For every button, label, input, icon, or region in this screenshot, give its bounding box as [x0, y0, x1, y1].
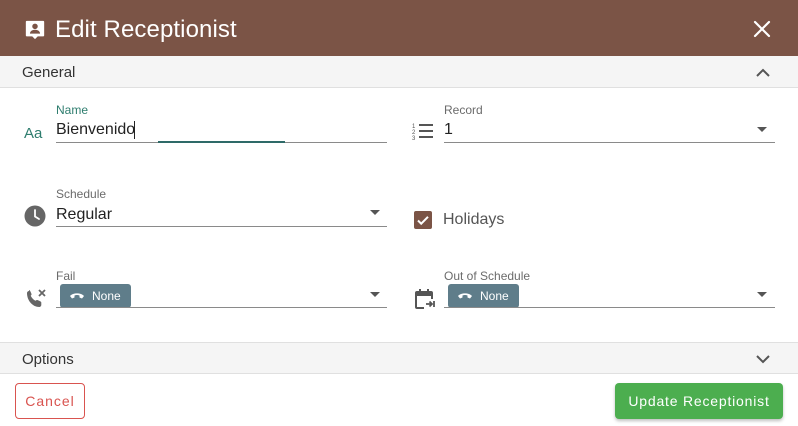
name-input[interactable]: Bienvenido	[56, 121, 135, 139]
name-label: Name	[56, 103, 89, 117]
record-label: Record	[444, 103, 483, 117]
fail-chip[interactable]: None	[60, 284, 131, 308]
chevron-down-icon[interactable]	[755, 353, 771, 365]
text-format-icon: Aa	[24, 125, 43, 142]
close-icon[interactable]	[752, 19, 772, 39]
svg-text:3: 3	[412, 136, 416, 142]
schedule-select[interactable]: Regular	[56, 206, 112, 224]
fail-chip-label: None	[92, 289, 121, 303]
text-caret	[134, 121, 135, 139]
fail-underline	[56, 307, 387, 308]
clock-icon	[24, 205, 46, 227]
update-receptionist-button[interactable]: Update Receptionist	[615, 383, 783, 419]
out-of-schedule-chip[interactable]: None	[448, 284, 519, 308]
phone-missed-icon	[27, 289, 46, 307]
calendar-arrow-icon	[415, 289, 435, 309]
svg-text:Aa: Aa	[24, 125, 43, 142]
check-icon	[417, 216, 429, 226]
section-options[interactable]: Options	[0, 342, 798, 374]
section-general[interactable]: General	[0, 56, 798, 88]
section-general-label: General	[22, 64, 76, 81]
record-select[interactable]: 1	[444, 121, 453, 139]
chevron-up-icon[interactable]	[755, 66, 771, 78]
hangup-icon	[70, 293, 84, 299]
chevron-down-icon[interactable]	[370, 292, 380, 297]
out-of-schedule-chip-label: None	[480, 289, 509, 303]
numbered-list-icon: 1 2 3	[412, 124, 433, 142]
out-of-schedule-underline	[444, 307, 775, 308]
hangup-icon	[458, 293, 472, 299]
schedule-label: Schedule	[56, 187, 107, 201]
holidays-checkbox[interactable]	[414, 211, 432, 229]
cancel-button[interactable]: Cancel	[15, 383, 85, 419]
section-options-label: Options	[22, 351, 74, 368]
fail-label: Fail	[56, 269, 76, 283]
dialog-header: Edit Receptionist	[0, 0, 798, 56]
name-focus-underline	[158, 141, 285, 143]
record-underline	[444, 142, 775, 143]
chevron-down-icon[interactable]	[757, 127, 767, 132]
chevron-down-icon[interactable]	[370, 210, 380, 215]
schedule-underline	[56, 226, 387, 227]
dialog-title: Edit Receptionist	[55, 16, 237, 43]
receptionist-icon	[25, 20, 45, 40]
holidays-label: Holidays	[443, 211, 505, 228]
out-of-schedule-label: Out of Schedule	[444, 269, 531, 283]
chevron-down-icon[interactable]	[757, 292, 767, 297]
